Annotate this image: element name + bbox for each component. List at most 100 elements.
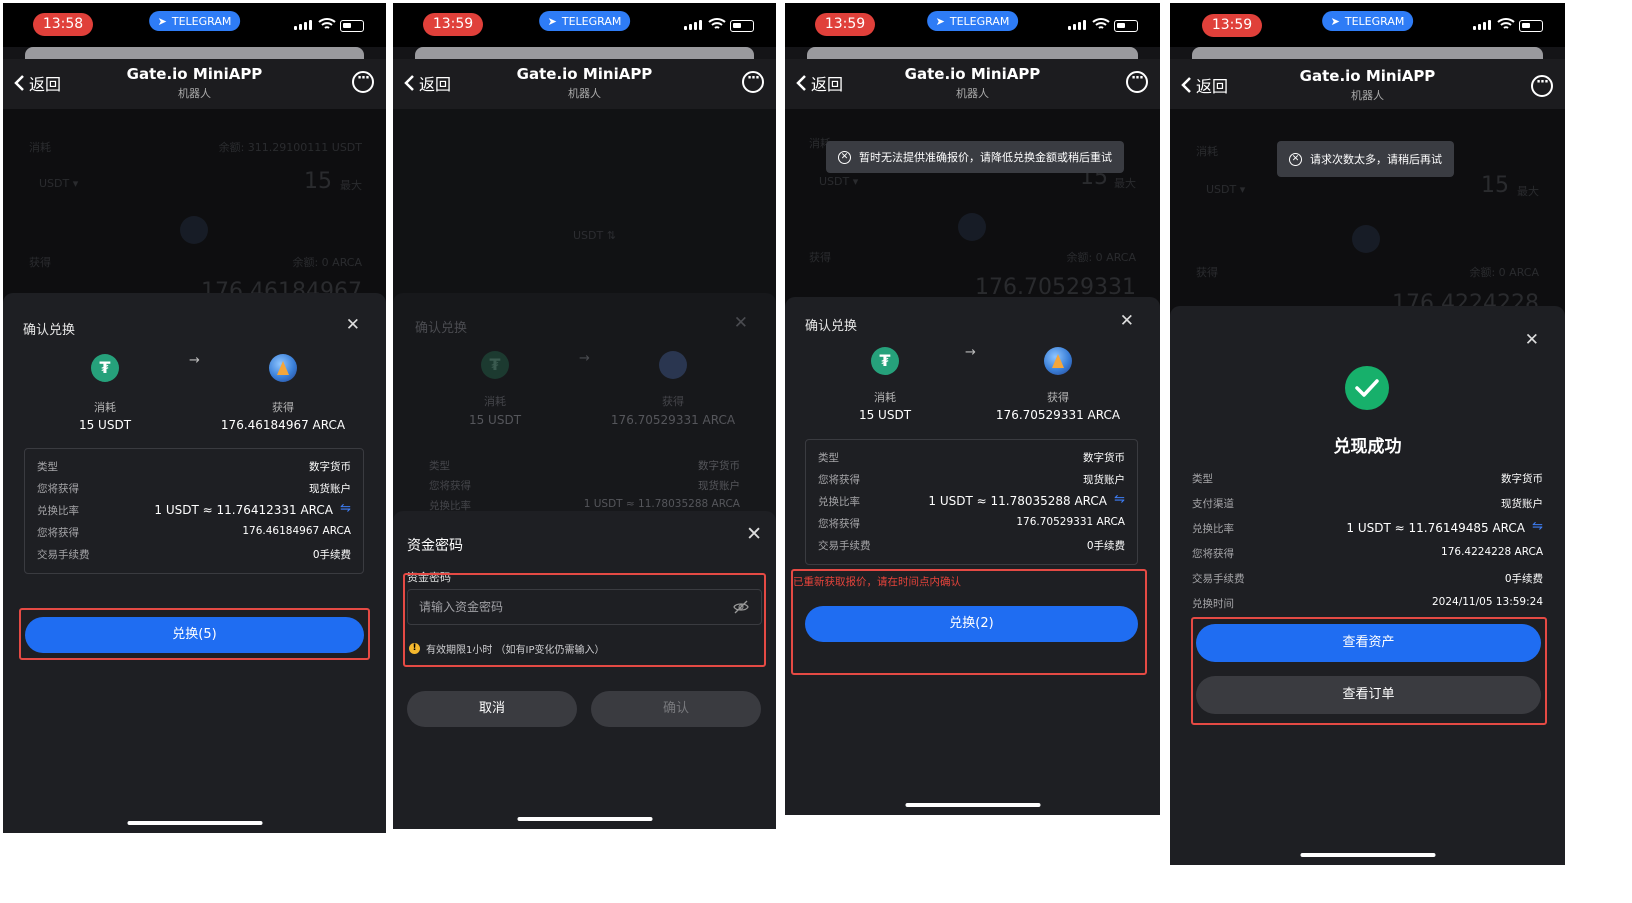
receive-amount: 176.70529331 ARCA [995,408,1121,422]
sheet-title: 确认兑换 [23,323,76,338]
detail-row: 支付渠道 现货账户 [1192,498,1543,510]
close-icon[interactable]: ✕ [346,315,360,335]
arrow-right-icon: → [579,351,590,366]
battery-icon [730,20,754,32]
success-check-icon [1345,366,1389,410]
detail-row: 您将获得 176.4224228 ARCA [1192,546,1543,560]
consume-amount: 15 USDT [78,418,132,432]
usdt-coin-icon: ₮ [871,347,899,375]
detail-row: 您将获得 现货账户 [37,483,351,495]
wifi-icon [708,18,726,29]
usdt-coin-icon: ₮ [91,354,119,382]
cancel-button[interactable]: 取消 [407,691,577,727]
battery-icon [1114,20,1138,32]
telegram-icon: ➤ [935,14,945,28]
clock: 13:59 [1202,14,1262,37]
confirm-swap-sheet: 确认兑换 ✕ ₮ → 消耗 15 USDT 获得 176.70529331 AR… [785,297,1160,815]
nav-subtitle: 机器人 [1351,89,1384,102]
nav-subtitle: 机器人 [178,87,211,100]
more-options-icon[interactable] [1126,71,1148,93]
confirm-swap-sheet: 确认兑换 ✕ ₮ → 消耗 15 USDT 获得 176.46184967 AR… [3,293,386,833]
details-box: 类型 数字货币 您将获得 现货账户 兑换比率 1 USDT ≈ 11.76412331… [24,448,364,574]
signal-icon [1473,20,1491,30]
arca-coin-icon [269,354,297,382]
signal-icon [294,20,312,30]
detail-row: 您将获得 现货账户 [818,474,1125,486]
nav-title: Gate.io MiniAPP [1299,67,1436,85]
telegram-badge: ➤ TELEGRAM [1321,11,1414,31]
details-box: 类型 数字货币 您将获得 现货账户 兑换比率 1 USDT ≈ 11.78035288… [805,439,1138,565]
detail-row: 类型 数字货币 [1192,473,1543,485]
nav-bar: 返回 Gate.io MiniAPP 机器人 [1170,59,1565,109]
home-indicator [517,817,652,821]
clock: 13:58 [33,13,93,36]
swap-rate-icon[interactable]: ⇋ [1532,519,1543,534]
more-options-icon[interactable] [742,71,764,93]
phone-screen-2: 13:59 ➤TELEGRAM 返回 Gate.io MiniAPP 机器人 U… [393,3,776,829]
arca-coin-icon [659,351,687,379]
battery-icon [1519,20,1543,32]
status-bar: 13:59 ➤ TELEGRAM [785,3,1160,47]
detail-row: 交易手续费 0手续费 [37,549,351,561]
wifi-icon [1092,18,1110,29]
telegram-icon: ➤ [1330,14,1340,28]
close-circle-icon: ✕ [838,150,851,164]
detail-row: 您将获得 176.70529331 ARCA [818,516,1125,530]
arrow-right-icon: → [189,353,200,368]
home-indicator [1300,853,1435,857]
telegram-icon: ➤ [157,14,167,28]
clock: 13:59 [423,13,483,36]
phone-screen-1: 13:58 ➤TELEGRAM 返回 Gate.io MiniAPP 机器人 消… [3,3,386,833]
highlight-box [19,608,370,660]
status-bar: 13:59 ➤ TELEGRAM [1170,3,1565,47]
nav-subtitle: 机器人 [956,87,989,100]
detail-row: 兑换比率 1 USDT ≈ 11.78035288 ARCA ⇋ [818,492,1125,508]
home-indicator [127,821,262,825]
battery-icon [340,20,364,32]
telegram-badge: ➤ TELEGRAM [926,11,1019,31]
detail-row: 交易手续费 0手续费 [818,540,1125,552]
close-icon[interactable]: ✕ [1120,311,1134,331]
arca-coin-icon [1044,347,1072,375]
success-sheet: ✕ 兑现成功 类型 数字货币 支付渠道 现货账户 兑换比率 1 USDT ≈ 11.7… [1170,306,1565,865]
wifi-icon [1497,18,1515,29]
confirm-button[interactable]: 确认 [591,691,761,727]
fund-password-sheet: 资金密码 ✕ 资金密码 请输入资金密码 ! 有效期限1小时 （如有IP变化仍需输入… [393,511,776,829]
close-circle-icon: ✕ [1289,152,1302,166]
swap-rate-icon[interactable]: ⇋ [1114,492,1125,507]
home-indicator [905,803,1040,807]
swap-rate-icon[interactable]: ⇋ [340,501,351,516]
telegram-badge: ➤ TELEGRAM [148,11,241,31]
wifi-icon [318,18,336,29]
detail-row: 兑换时间 2024/11/05 13:59:24 [1192,596,1543,610]
usdt-coin-icon: ₮ [481,351,509,379]
nav-bar: 返回 Gate.io MiniAPP 机器人 [785,59,1160,109]
status-bar: 13:58 ➤ TELEGRAM [3,3,386,47]
detail-row: 您将获得 176.46184967 ARCA [37,525,351,539]
detail-row: 兑换比率 1 USDT ≈ 11.76149485 ARCA ⇋ [1192,519,1543,535]
nav-title: Gate.io MiniAPP [904,65,1041,83]
clock: 13:59 [815,13,875,36]
detail-row: 兑换比率 1 USDT ≈ 11.76412331 ARCA ⇋ [37,501,351,517]
close-icon[interactable]: ✕ [1525,330,1539,350]
phone-screen-4: 13:59 ➤TELEGRAM 返回 Gate.io MiniAPP 机器人 消… [1170,3,1565,865]
more-options-icon[interactable] [352,71,374,93]
signal-icon [1068,20,1086,30]
nav-title: Gate.io MiniAPP [126,65,263,83]
arrow-right-icon: → [965,345,976,360]
nav-subtitle: 机器人 [568,87,601,100]
nav-bar: 返回 Gate.io MiniAPP 机器人 [393,59,776,109]
more-options-icon[interactable] [1531,75,1553,97]
telegram-badge: ➤ TELEGRAM [538,11,631,31]
detail-row: 交易手续费 0手续费 [1192,573,1543,585]
highlight-box [791,569,1147,675]
detail-row: 类型 数字货币 [818,452,1125,464]
sheet-title: 资金密码 [407,538,463,554]
phone-screen-3: 13:59 ➤TELEGRAM 返回 Gate.io MiniAPP 机器人 消… [785,3,1160,815]
error-toast: ✕ 请求次数太多，请稍后再试 [1277,141,1454,177]
receive-amount: 176.46184967 ARCA [220,418,346,432]
success-title: 兑现成功 [1333,437,1402,457]
sheet-title: 确认兑换 [805,319,858,334]
close-icon[interactable]: ✕ [746,523,762,545]
status-bar: 13:59 ➤ TELEGRAM [393,3,776,47]
